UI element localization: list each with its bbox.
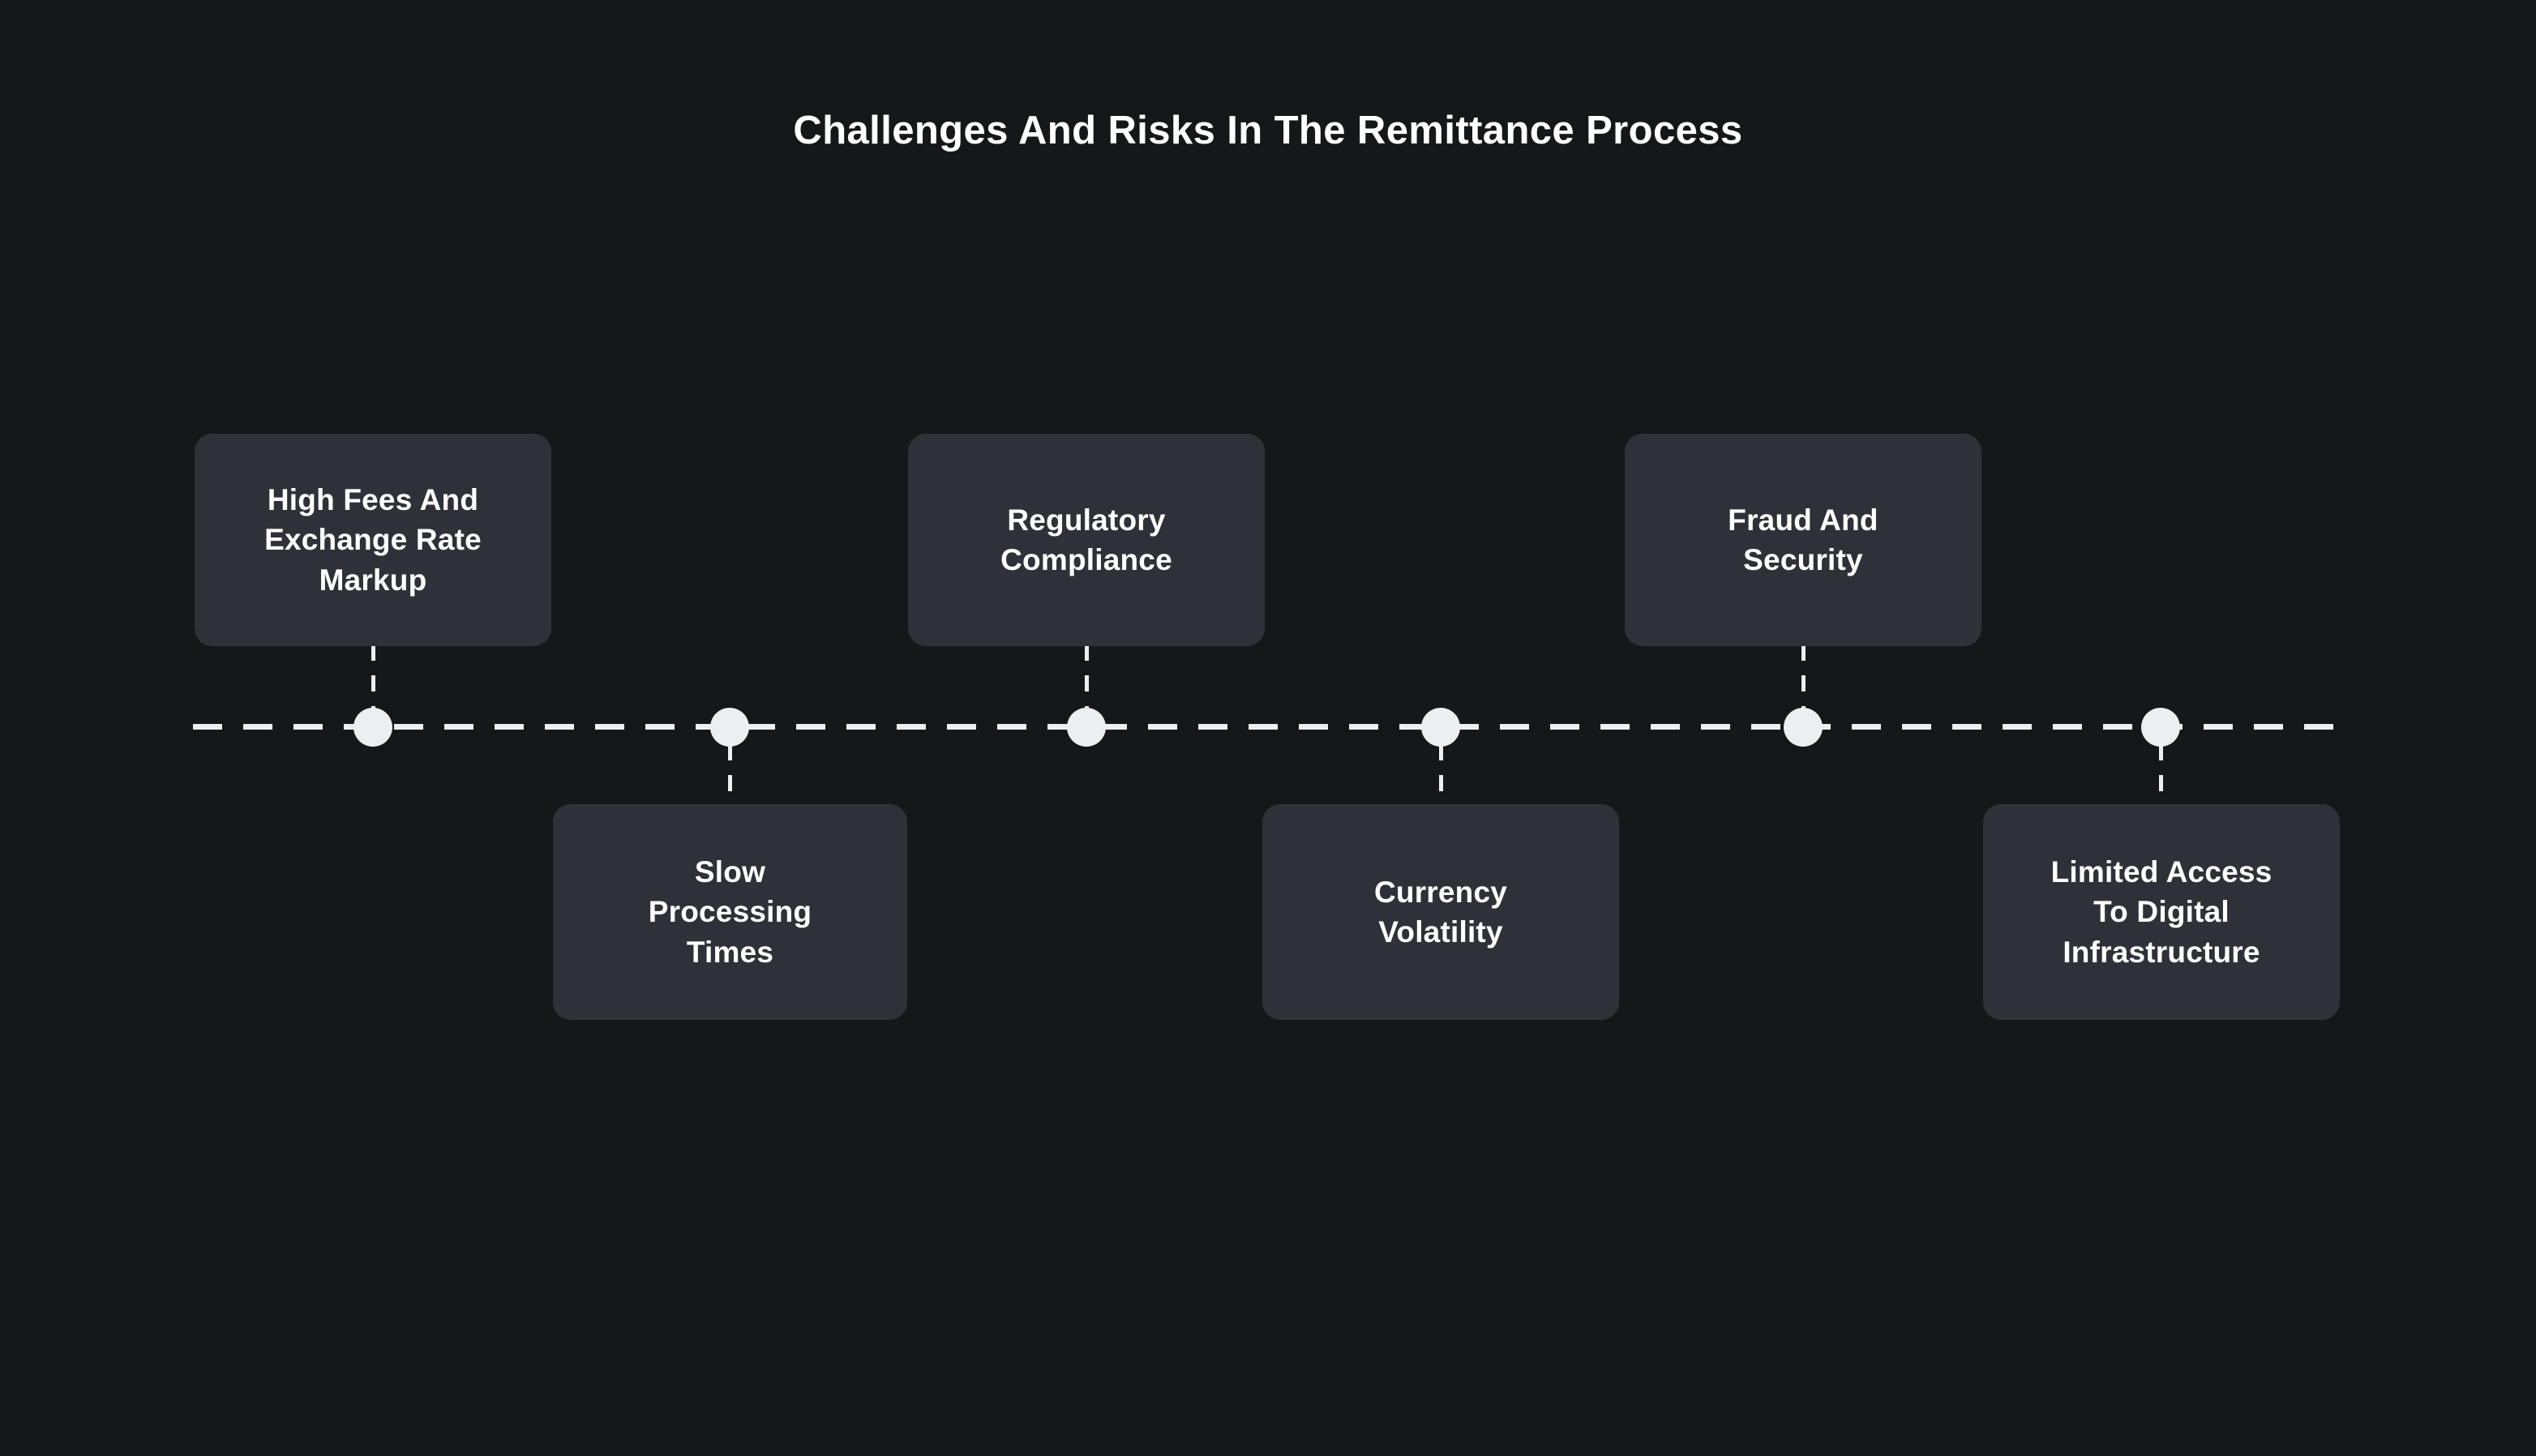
timeline-connector-2 — [727, 744, 732, 807]
timeline-infographic: Challenges And Risks In The Remittance P… — [0, 0, 2536, 1456]
timeline-card-label: Currency Volatility — [1373, 875, 1508, 949]
timeline-card-label: Regulatory Compliance — [1000, 503, 1172, 576]
timeline-node-dot-2[interactable] — [710, 708, 749, 747]
timeline-connector-6 — [2158, 744, 2163, 807]
timeline-connector-5 — [1801, 644, 1806, 711]
timeline-node-dot-3[interactable] — [1067, 708, 1106, 747]
timeline-connector-1 — [371, 644, 375, 711]
timeline-card-5[interactable]: Fraud And Security — [1625, 434, 1981, 646]
timeline-connector-4 — [1438, 744, 1443, 807]
timeline-card-label: Slow Processing Times — [648, 855, 812, 969]
timeline-node-dot-1[interactable] — [353, 708, 392, 747]
timeline-node-dot-6[interactable] — [2141, 708, 2180, 747]
timeline-dashed-axis — [193, 724, 2343, 730]
timeline-card-label: High Fees And Exchange Rate Markup — [264, 483, 482, 597]
timeline-card-2[interactable]: Slow Processing Times — [553, 804, 907, 1020]
timeline-card-1[interactable]: High Fees And Exchange Rate Markup — [195, 434, 551, 646]
timeline-card-6[interactable]: Limited Access To Digital Infrastructure — [1983, 804, 2340, 1020]
timeline-card-3[interactable]: Regulatory Compliance — [908, 434, 1265, 646]
timeline-card-label: Fraud And Security — [1728, 503, 1878, 576]
timeline-node-dot-4[interactable] — [1421, 708, 1460, 747]
timeline-card-4[interactable]: Currency Volatility — [1262, 804, 1619, 1020]
timeline-node-dot-5[interactable] — [1784, 708, 1823, 747]
timeline-card-label: Limited Access To Digital Infrastructure — [2050, 855, 2273, 969]
timeline-connector-3 — [1084, 644, 1089, 711]
page-title: Challenges And Risks In The Remittance P… — [793, 109, 1743, 152]
